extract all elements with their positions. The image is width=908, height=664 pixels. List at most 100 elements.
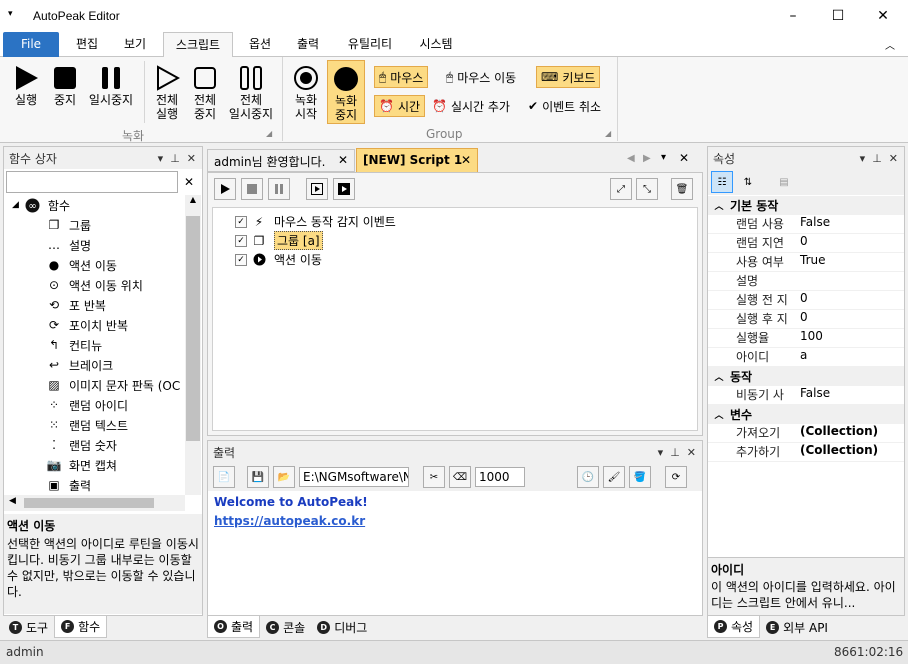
tree-item[interactable]: ● 액션 이동 xyxy=(4,255,202,275)
pin-icon[interactable]: ⊥ xyxy=(670,446,680,459)
property-value[interactable]: 100 xyxy=(794,329,904,347)
tree-item[interactable]: ⁚ 랜덤 숫자 xyxy=(4,435,202,455)
run-all-button[interactable]: 전체 실행 xyxy=(150,63,184,121)
tab-debug[interactable]: D 디버그 xyxy=(311,616,373,638)
stop-script-button[interactable] xyxy=(241,178,263,200)
category-action[interactable]: ︿ 동작 xyxy=(708,367,904,386)
tab-utility[interactable]: 유틸리티 xyxy=(338,32,402,57)
pause-button[interactable]: 일시중지 xyxy=(86,63,136,107)
log-path-input[interactable]: E:\NGMsoftware\NG xyxy=(299,467,409,487)
run-script-button[interactable] xyxy=(214,178,236,200)
tab-scroll-right-icon[interactable]: ▶ xyxy=(643,153,651,164)
property-value[interactable]: 0 xyxy=(794,234,904,252)
script-row-action-move[interactable]: ✓ 액션 이동 xyxy=(235,250,697,269)
system-menu-icon[interactable]: ▾ xyxy=(8,9,13,19)
collapse-icon[interactable]: ︿ xyxy=(708,199,730,212)
tab-scroll-left-icon[interactable]: ◀ xyxy=(627,153,635,164)
tree-item[interactable]: ▨ 이미지 문자 판독 (OC xyxy=(4,375,202,395)
script-row-group[interactable]: ✓ ❐ 그룹 [a] xyxy=(235,231,697,250)
tab-options[interactable]: 옵션 xyxy=(240,32,280,57)
log-link[interactable]: https://autopeak.co.kr xyxy=(214,512,696,531)
folder-icon[interactable]: 📂 xyxy=(273,466,295,488)
tab-close-icon[interactable]: ✕ xyxy=(461,153,471,167)
scroll-thumb[interactable] xyxy=(186,216,200,441)
tab-edit[interactable]: 편집 xyxy=(66,32,108,57)
property-value[interactable]: False xyxy=(794,386,904,404)
step-run-button[interactable] xyxy=(306,178,328,200)
close-document-icon[interactable]: ✕ xyxy=(679,151,689,165)
property-row[interactable]: 실행 전 지 0 xyxy=(708,291,904,310)
property-row[interactable]: 랜덤 지연 0 xyxy=(708,234,904,253)
tab-external-api[interactable]: E 외부 API xyxy=(760,616,834,638)
expand-all-icon[interactable]: ⤢ xyxy=(610,178,632,200)
collapse-all-icon[interactable]: ⤡ xyxy=(636,178,658,200)
minimize-button[interactable]: – xyxy=(770,0,816,32)
tab-welcome[interactable]: admin님 환영합니다. ✕ xyxy=(207,149,355,172)
categorized-icon[interactable]: ☷ xyxy=(711,171,733,193)
pin-icon[interactable]: ⊥ xyxy=(872,152,882,165)
tab-output[interactable]: 출력 xyxy=(288,32,328,57)
function-search-input[interactable] xyxy=(6,171,178,193)
fill-icon[interactable]: 🪣 xyxy=(629,466,651,488)
tree-root[interactable]: ◢ ∞ 함수 xyxy=(4,195,202,215)
line-count-input[interactable]: 1000 xyxy=(475,467,525,487)
run-selected-button[interactable] xyxy=(333,178,355,200)
checkbox[interactable]: ✓ xyxy=(235,253,247,266)
tree-item[interactable]: … 설명 xyxy=(4,235,202,255)
close-icon[interactable]: ✕ xyxy=(187,152,196,165)
dropdown-icon[interactable]: ▾ xyxy=(158,152,164,165)
clock-icon[interactable]: 🕒 xyxy=(577,466,599,488)
stop-all-button[interactable]: 전체 중지 xyxy=(188,63,222,121)
save-icon[interactable]: 💾 xyxy=(247,466,269,488)
tree-item[interactable]: ↰ 컨티뉴 xyxy=(4,335,202,355)
property-value[interactable]: a xyxy=(794,348,904,366)
property-value[interactable] xyxy=(794,272,904,290)
collapse-icon[interactable]: ︿ xyxy=(708,408,730,421)
scroll-left-icon[interactable]: ◀ xyxy=(9,496,16,506)
dropdown-icon[interactable]: ▾ xyxy=(860,152,866,165)
property-row[interactable]: 설명 xyxy=(708,272,904,291)
realtime-add-toggle[interactable]: ⏰ 실시간 추가 xyxy=(428,95,514,117)
property-value[interactable]: (Collection) xyxy=(794,443,904,461)
file-menu[interactable]: File xyxy=(3,32,59,57)
checkbox[interactable]: ✓ xyxy=(235,215,247,228)
dropdown-icon[interactable]: ▾ xyxy=(658,446,664,459)
tree-item[interactable]: ❐ 그룹 xyxy=(4,215,202,235)
group-launcher-icon[interactable]: ◢ xyxy=(266,129,272,138)
tree-hscrollbar[interactable]: ◀ xyxy=(4,495,185,511)
close-icon[interactable]: ✕ xyxy=(687,446,696,459)
keyboard-toggle[interactable]: ⌨ 키보드 xyxy=(536,66,601,88)
property-row[interactable]: 랜덤 사용 False xyxy=(708,215,904,234)
run-button[interactable]: 실행 xyxy=(8,63,44,107)
group-launcher-icon[interactable]: ◢ xyxy=(605,129,611,138)
property-row[interactable]: 가져오기 (Collection) xyxy=(708,424,904,443)
tree-item[interactable]: ⁙ 랜덤 텍스트 xyxy=(4,415,202,435)
tab-view[interactable]: 보기 xyxy=(114,32,156,57)
collapse-icon[interactable]: ︿ xyxy=(708,370,730,383)
property-row[interactable]: 아이디 a xyxy=(708,348,904,367)
property-value[interactable]: (Collection) xyxy=(794,424,904,442)
mouse-move-toggle[interactable]: 🖱 마우스 이동 xyxy=(442,66,520,88)
stop-button[interactable]: 중지 xyxy=(48,63,82,107)
category-basic[interactable]: ︿ 기본 동작 xyxy=(708,196,904,215)
close-icon[interactable]: ✕ xyxy=(889,152,898,165)
tab-output-log[interactable]: O 출력 xyxy=(207,616,261,638)
property-pages-icon[interactable]: ▤ xyxy=(773,171,795,193)
scroll-up-icon[interactable]: ▲ xyxy=(185,195,201,204)
tab-list-icon[interactable]: ▾ xyxy=(661,152,666,163)
clean-icon[interactable]: ✂ xyxy=(423,466,445,488)
property-row[interactable]: 실행 후 지 0 xyxy=(708,310,904,329)
tab-properties[interactable]: P 속성 xyxy=(707,616,761,638)
record-start-button[interactable]: 녹화 시작 xyxy=(288,63,324,121)
tree-item[interactable]: ↩ 브레이크 xyxy=(4,355,202,375)
record-stop-button[interactable]: 녹화 중지 xyxy=(327,60,365,124)
tree-item[interactable]: ⟳ 포이치 반복 xyxy=(4,315,202,335)
mouse-toggle[interactable]: 🖱 마우스 xyxy=(374,66,429,88)
tab-functions[interactable]: F 함수 xyxy=(54,616,108,638)
hscroll-thumb[interactable] xyxy=(24,498,154,508)
maximize-button[interactable]: ☐ xyxy=(815,0,861,32)
tab-script[interactable]: 스크립트 xyxy=(163,32,233,58)
tab-close-icon[interactable]: ✕ xyxy=(338,153,348,167)
collapse-ribbon-icon[interactable]: ︿ xyxy=(885,37,895,52)
property-value[interactable]: True xyxy=(794,253,904,271)
